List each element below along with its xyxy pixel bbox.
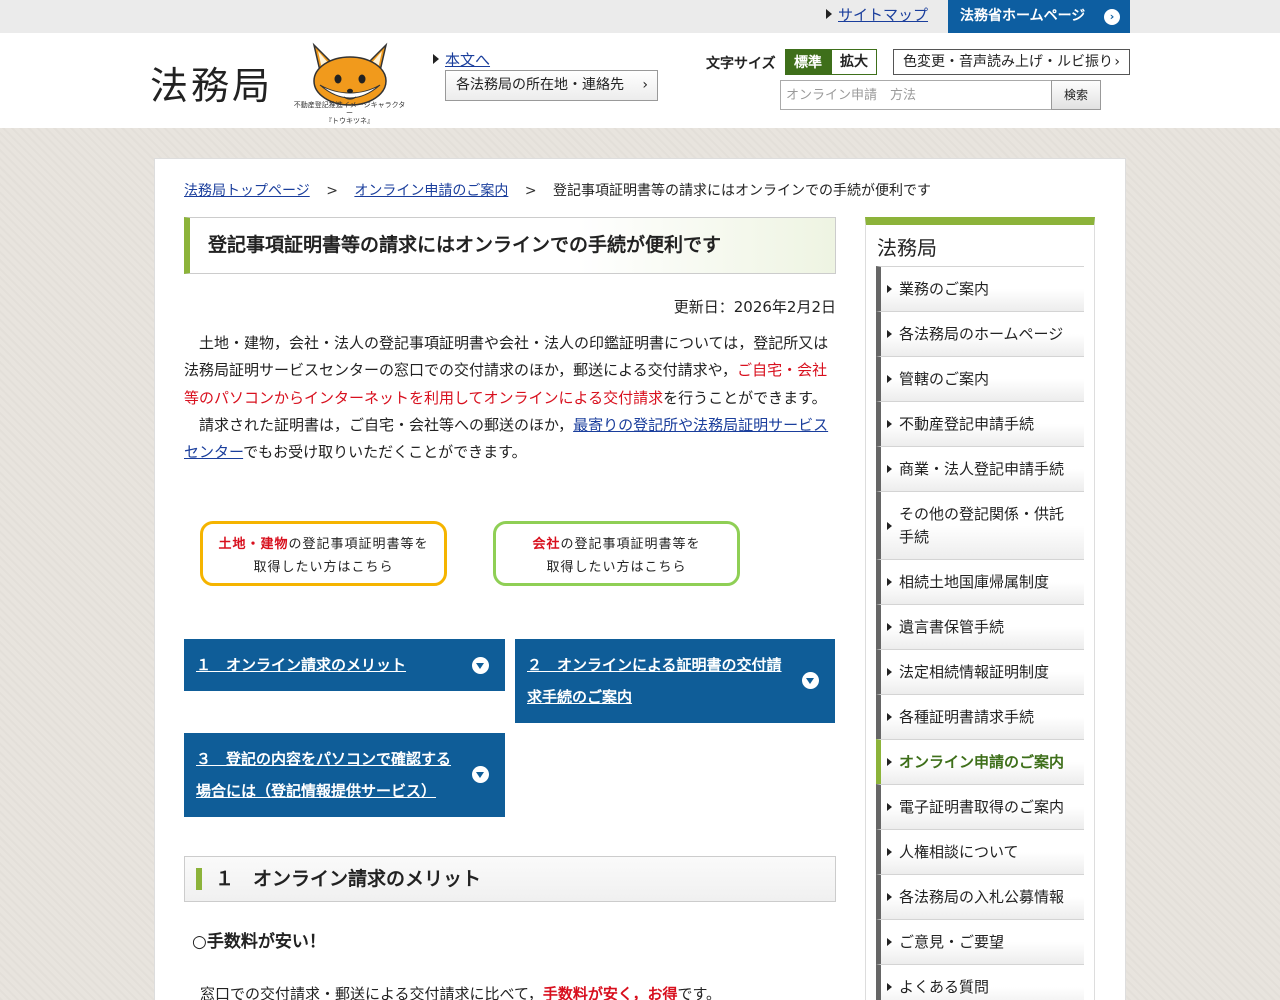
moj-home-button[interactable]: 法務省ホームページ › [948, 0, 1130, 33]
triangle-right-icon [433, 54, 439, 64]
font-size-large-button[interactable]: 拡大 [831, 49, 877, 75]
land-button-line1: 土地・建物の登記事項証明書等を [203, 533, 444, 556]
chevron-right-icon: › [642, 77, 648, 93]
body-text-b: です。 [677, 985, 721, 1000]
body-text: 窓口での交付請求・郵送による交付請求に比べて，手数料が安く，お得です。 [200, 983, 721, 1000]
land-button-line2: 取得したい方はこちら [253, 560, 394, 575]
intro-text: 土地・建物，会社・法人の登記事項証明書や会社・法人の印鑑証明書については，登記所… [184, 330, 836, 466]
circle-chevron-down-icon [472, 766, 489, 783]
sidebar-item-commercial-registration[interactable]: 商業・法人登記申請手続 [876, 446, 1084, 491]
breadcrumb-separator: > [326, 183, 338, 199]
land-button-highlight: 土地・建物 [218, 537, 289, 552]
intro-p2-text-b: でもお受け取りいただくことができます。 [243, 443, 527, 462]
sidebar-title: 法務局 [877, 236, 937, 260]
search-button[interactable]: 検索 [1051, 80, 1101, 110]
moj-home-label: 法務省ホームページ [960, 8, 1086, 24]
accessibility-options-label: 色変更・音声読み上げ・ルビ振り [903, 54, 1113, 70]
accordion-2-label-line1: ２ オンラインによる証明書の交付請 [527, 656, 782, 674]
land-button-rest: の登記事項証明書等を [288, 537, 429, 552]
mascot-caption-line1: 不動産登記推進イメージキャラクター [293, 101, 406, 117]
sidebar-item-feedback[interactable]: ご意見・ご要望 [876, 919, 1084, 964]
mascot-caption-line2: 『トウキツネ』 [325, 117, 374, 125]
intro-paragraph-1: 土地・建物，会社・法人の登記事項証明書や会社・法人の印鑑証明書については，登記所… [184, 330, 836, 412]
breadcrumb-parent-link[interactable]: オンライン申請のご案内 [354, 183, 508, 199]
font-size-label: 文字サイズ [706, 56, 776, 72]
search-input[interactable] [780, 80, 1052, 110]
accordion-online-merits[interactable]: １ オンライン請求のメリット [184, 639, 505, 691]
sidebar-item-business[interactable]: 業務のご案内 [876, 266, 1084, 311]
sidebar-item-electronic-certificate[interactable]: 電子証明書取得のご案内 [876, 784, 1084, 829]
breadcrumb-current: 登記事項証明書等の請求にはオンラインでの手続が便利です [553, 183, 932, 199]
intro-p2-text-a: 請求された証明書は，ご自宅・会社等への郵送のほか， [199, 415, 574, 434]
sidebar-item-will-storage[interactable]: 遺言書保管手続 [876, 604, 1084, 649]
company-button-rest: の登記事項証明書等を [560, 537, 701, 552]
mascot-caption: 不動産登記推進イメージキャラクター 『トウキツネ』 [292, 101, 407, 125]
sidebar-item-online-application[interactable]: オンライン申請のご案内 [876, 739, 1084, 784]
sidebar-item-certificate-requests[interactable]: 各種証明書請求手続 [876, 694, 1084, 739]
sidebar-item-real-estate-registration[interactable]: 不動産登記申請手続 [876, 401, 1084, 446]
sitemap-link[interactable]: サイトマップ [826, 4, 928, 25]
circle-chevron-down-icon [472, 657, 489, 674]
accordion-registry-info-service[interactable]: ３ 登記の内容をパソコンで確認する 場合には（登記情報提供サービス） [184, 733, 505, 817]
sub-heading-low-fee: ○手数料が安い！ [192, 932, 326, 952]
accordion-2-label-line2: 求手続のご案内 [527, 688, 633, 706]
top-bar: サイトマップ 法務省ホームページ › [0, 0, 1280, 33]
breadcrumb: 法務局トップページ > オンライン申請のご案内 > 登記事項証明書等の請求にはオ… [184, 180, 931, 200]
intro-p1-text-a: 土地・建物，会社・法人の登記事項証明書や会社・法人の印鑑証明書については，登記所… [184, 334, 829, 380]
section-1-title: １ オンライン請求のメリット [215, 868, 482, 890]
sidebar-item-jurisdiction[interactable]: 管轄のご案内 [876, 356, 1084, 401]
offices-contact-button[interactable]: 各法務局の所在地・連絡先 › [445, 70, 658, 101]
sidebar-item-faq[interactable]: よくある質問 [876, 964, 1084, 1000]
triangle-right-icon [826, 9, 832, 19]
sidebar-item-human-rights[interactable]: 人権相談について [876, 829, 1084, 874]
land-building-certificate-button[interactable]: 土地・建物の登記事項証明書等を 取得したい方はこちら [200, 521, 447, 586]
breadcrumb-home-link[interactable]: 法務局トップページ [184, 183, 310, 199]
accessibility-options-button[interactable]: 色変更・音声読み上げ・ルビ振り › [893, 49, 1130, 75]
company-button-highlight: 会社 [532, 537, 561, 552]
body-text-highlight: 手数料が安く，お得 [542, 985, 678, 1000]
accordion-online-request-guide[interactable]: ２ オンラインによる証明書の交付請 求手続のご案内 [515, 639, 835, 723]
sidebar-nav: 業務のご案内 各法務局のホームページ 管轄のご案内 不動産登記申請手続 商業・法… [876, 266, 1084, 1000]
company-certificate-button[interactable]: 会社の登記事項証明書等を 取得したい方はこちら [493, 521, 740, 586]
circle-chevron-down-icon [802, 672, 819, 689]
section-heading-merits: １ オンライン請求のメリット [184, 856, 836, 902]
skip-link-label: 本文へ [445, 51, 491, 69]
intro-paragraph-2: 請求された証明書は，ご自宅・会社等への郵送のほか，最寄りの登記所や法務局証明サー… [184, 412, 836, 467]
updated-date: 更新日：2026年2月2日 [673, 298, 836, 316]
accordion-1-label: １ オンライン請求のメリット [196, 656, 407, 674]
chevron-right-icon: › [1114, 54, 1120, 70]
sidebar-item-inherited-land[interactable]: 相続土地国庫帰属制度 [876, 559, 1084, 604]
sidebar-item-other-registration-deposit[interactable]: その他の登記関係・供託手続 [876, 491, 1084, 559]
font-size-standard-button[interactable]: 標準 [785, 49, 831, 75]
sitemap-label: サイトマップ [838, 6, 929, 24]
page-title: 登記事項証明書等の請求にはオンラインでの手続が便利です [184, 217, 836, 274]
offices-button-label: 各法務局の所在地・連絡先 [456, 77, 624, 93]
skip-to-content-link[interactable]: 本文へ [433, 49, 490, 70]
heading-accent-bar [196, 868, 202, 890]
company-button-line1: 会社の登記事項証明書等を [496, 533, 737, 556]
breadcrumb-separator: > [524, 183, 537, 199]
site-header: 法務局 不動産登記推進イメージキャラクター 『トウキツネ』 本文へ 各法務局の所… [0, 33, 1280, 128]
sidebar-item-statutory-inheritance[interactable]: 法定相続情報証明制度 [876, 649, 1084, 694]
company-button-line2: 取得したい方はこちら [546, 560, 687, 575]
site-logo[interactable]: 法務局 [150, 55, 273, 110]
intro-p1-text-b: を行うことができます。 [663, 388, 827, 407]
body-text-a: 窓口での交付請求・郵送による交付請求に比べて， [200, 985, 543, 1000]
circle-chevron-right-icon: › [1104, 9, 1120, 25]
accordion-3-label-line1: ３ 登記の内容をパソコンで確認する [196, 750, 452, 768]
sidebar-item-bureau-homepages[interactable]: 各法務局のホームページ [876, 311, 1084, 356]
accordion-3-label-line2: 場合には（登記情報提供サービス） [196, 782, 437, 800]
sidebar-item-bidding-info[interactable]: 各法務局の入札公募情報 [876, 874, 1084, 919]
